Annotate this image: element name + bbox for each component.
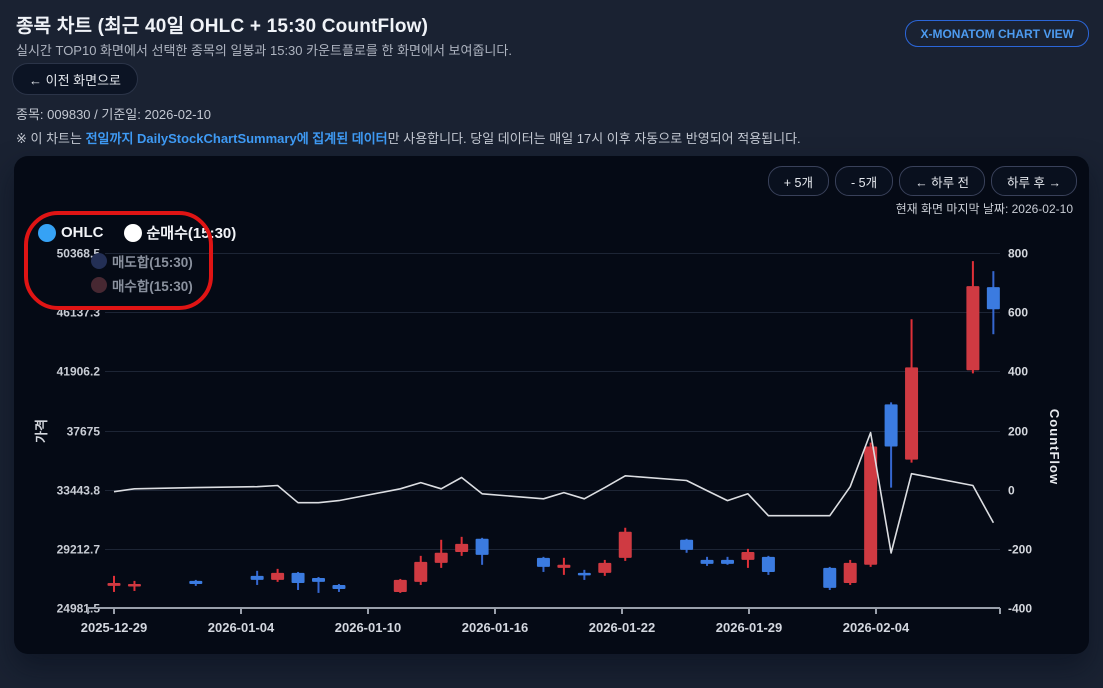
buysum-series-dot-icon [91,277,107,293]
candle-2026-01-19[interactable] [537,557,550,572]
flow-axis-tick-label: 0 [1008,484,1015,498]
price-axis-tick-label: 37675 [67,425,101,439]
candle-2026-01-28[interactable] [721,557,734,565]
candle-2026-01-07[interactable] [292,572,305,590]
x-axis-tick-label: 2026-01-04 [208,620,275,635]
candle-2026-01-08[interactable] [312,577,325,593]
price-axis-tick-label: 41906.2 [57,365,101,379]
candle-2026-01-12[interactable] [394,579,407,593]
price-axis-tick-label: 46137.3 [57,306,101,320]
notice-highlight: 전일까지 DailyStockChartSummary에 집계된 데이터 [86,131,388,146]
ohlc-series-dot-icon [38,224,56,242]
candle-2026-02-06[interactable] [905,319,918,462]
flow-axis-tick-label: 600 [1008,306,1028,320]
candle-2026-02-03[interactable] [844,560,857,585]
candle-2026-02-02[interactable] [823,567,836,590]
candle-2026-01-21[interactable] [578,570,591,580]
flow-axis-tick-label: 400 [1008,365,1028,379]
candle-2026-01-14[interactable] [435,540,448,568]
chart-area: 50368.580046137.360041906.24003767520033… [14,156,1089,654]
chart-card: + 5개 - 5개 ← 하루 전 하루 후 → 현재 화면 마지막 날짜: 20… [14,156,1089,654]
legend-item-netbuy[interactable]: 순매수(15:30) [124,222,237,243]
flow-axis-tick-label: 800 [1008,247,1028,261]
page-title: 종목 차트 (최근 40일 OHLC + 15:30 CountFlow) [16,11,428,38]
candle-2026-01-15[interactable] [455,537,468,556]
price-axis-tick-label: 33443.8 [57,484,101,498]
flow-axis-tick-label: -400 [1008,602,1032,616]
candle-2026-01-09[interactable] [332,584,345,592]
legend-item-sellsum[interactable]: 매도합(15:30) [91,251,193,271]
x-axis-tick-label: 2026-01-16 [462,620,529,635]
notice-prefix: ※ 이 차트는 [16,131,86,146]
candle-2026-01-02[interactable] [189,580,202,586]
x-axis-tick-label: 2026-01-10 [335,620,402,635]
chart-view-button[interactable]: X-MONATOM CHART VIEW [905,20,1089,47]
candle-2026-02-10[interactable] [987,271,1000,334]
candle-2026-02-09[interactable] [966,261,979,373]
x-axis-tick-label: 2026-02-04 [843,620,910,635]
netbuy-series-dot-icon [124,224,142,242]
candle-2026-02-05[interactable] [885,402,898,487]
legend-item-ohlc[interactable]: OHLC [38,224,104,242]
flow-axis-tick-label: -200 [1008,543,1032,557]
legend-label-buysum: 매수합(15:30) [112,275,193,295]
sellsum-series-dot-icon [91,253,107,269]
x-axis-tick-label: 2025-12-29 [81,620,148,635]
candle-2026-01-23[interactable] [619,528,632,561]
legend-label-sellsum: 매도합(15:30) [112,251,193,271]
notice-line: ※ 이 차트는 전일까지 DailyStockChartSummary에 집계된… [16,128,801,147]
candle-2026-01-26[interactable] [680,539,693,553]
page-subtitle: 실시간 TOP10 화면에서 선택한 종목의 일봉과 15:30 카운트플로를 … [16,40,512,59]
notice-suffix: 만 사용합니다. 당일 데이터는 매일 17시 이후 자동으로 반영되어 적용됩… [388,131,801,146]
price-axis-title: 가격 [34,419,49,443]
candle-2025-12-29[interactable] [108,576,121,592]
price-axis-tick-label: 29212.7 [57,543,101,557]
flow-axis-title: CountFlow [1047,409,1062,485]
x-axis-tick-label: 2026-01-22 [589,620,656,635]
stock-meta-line: 종목: 009830 / 기준일: 2026-02-10 [16,104,211,123]
candle-2025-12-30[interactable] [128,581,141,591]
candle-2026-01-20[interactable] [557,558,570,575]
candle-2026-01-22[interactable] [598,560,611,576]
candle-2026-01-06[interactable] [271,569,284,582]
candle-2026-01-27[interactable] [701,557,714,566]
flow-axis-tick-label: 200 [1008,425,1028,439]
candle-2026-01-13[interactable] [414,556,427,585]
netbuy-flow-line [114,433,993,553]
legend-label-netbuy: 순매수(15:30) [147,222,237,243]
x-axis-tick-label: 2026-01-29 [716,620,783,635]
legend-label-ohlc: OHLC [61,224,104,241]
candle-2026-01-29[interactable] [741,549,754,568]
candle-2026-01-30[interactable] [762,556,775,575]
candle-2026-01-05[interactable] [251,571,264,585]
candle-2026-01-16[interactable] [476,538,489,565]
back-button[interactable]: ← 이전 화면으로 [12,63,138,95]
legend-item-buysum[interactable]: 매수합(15:30) [91,275,193,295]
